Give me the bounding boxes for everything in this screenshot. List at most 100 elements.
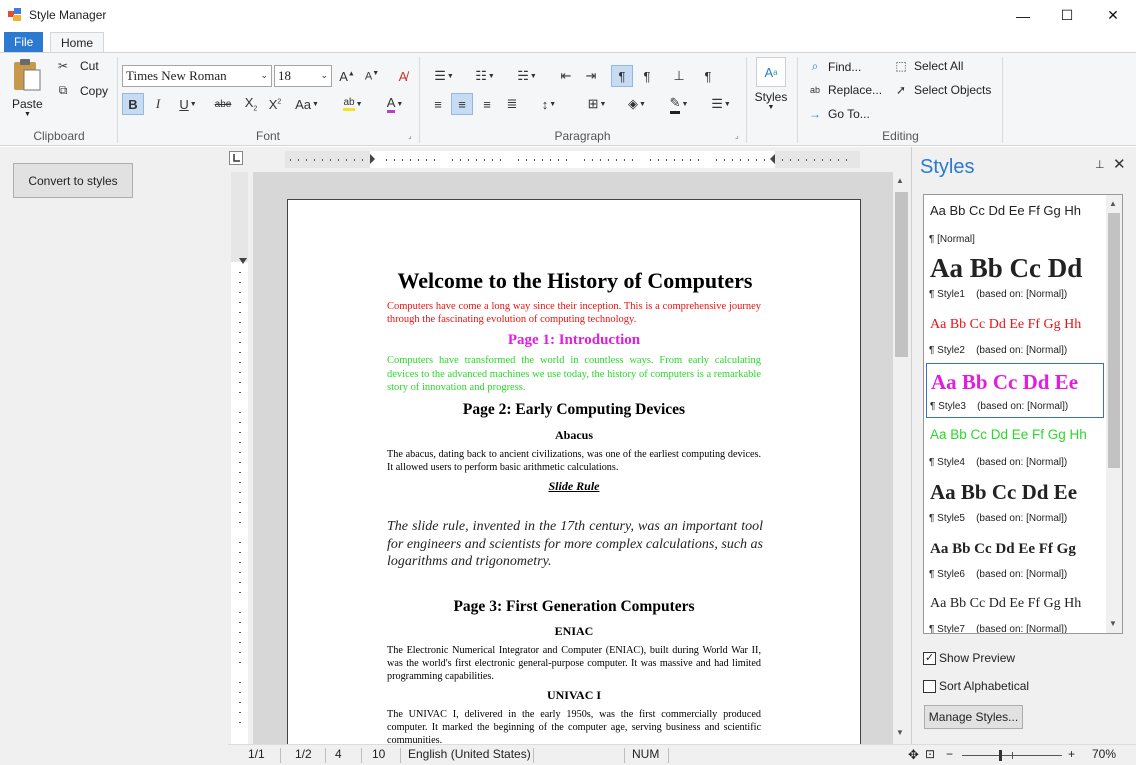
zoom-slider[interactable] [962,750,1062,761]
style-item-style4[interactable]: Aa Bb Cc Dd Ee Ff Gg Hh ¶ Style4 (based … [926,421,1106,476]
line-weight-button[interactable]: ☰ ▼ [704,93,738,115]
status-divider [400,748,401,763]
doc-intro: Computers have come a long way since the… [387,301,761,325]
ltr-button[interactable]: ¶ [611,65,633,87]
style-item-style6[interactable]: Aa Bb Cc Dd Ee Ff Gg ¶ Style6 (based on:… [926,533,1106,588]
align-right-button[interactable]: ≡ [476,93,498,115]
styles-pane-title: Styles [920,156,975,178]
show-preview-checkbox[interactable]: ✓ [923,652,936,665]
styles-scrollbar[interactable]: ▲ ▼ [1106,195,1122,633]
bold-button[interactable]: B [122,93,144,115]
fit-page-icon[interactable]: ✥ [908,747,919,763]
title-bar: Style Manager — ☐ ✕ [0,0,1136,31]
select-all-button[interactable]: ⬚ Select All [892,59,963,73]
sort-alphabetical-label: Sort Alphabetical [939,679,1030,693]
pin-icon[interactable]: ⊥ [1095,158,1105,171]
replace-button[interactable]: ab Replace... [806,83,882,97]
close-pane-icon[interactable]: ✕ [1113,155,1126,173]
zoom-slider-thumb[interactable] [999,750,1002,761]
line-spacing-button[interactable]: ↕ ▼ [532,93,566,115]
font-size-combo[interactable]: 18 ⌄ [274,65,332,87]
scroll-up-icon[interactable]: ▲ [1109,199,1117,208]
language-indicator[interactable]: English (United States) [408,747,531,761]
clear-format-button[interactable]: A̸ [392,65,414,87]
scroll-down-icon[interactable]: ▼ [1109,619,1117,628]
align-left-button[interactable]: ≡ [427,93,449,115]
highlight-button[interactable]: ab ▼ [336,93,370,115]
scroll-down-icon[interactable]: ▼ [896,728,904,737]
eraser-icon: A̸ [398,68,408,84]
tab-home[interactable]: Home [50,32,105,53]
shading-button[interactable]: ◈ ▼ [620,93,654,115]
close-button[interactable]: ✕ [1090,0,1136,31]
styles-list[interactable]: Aa Bb Cc Dd Ee Ff Gg Hh ¶ [Normal] Aa Bb… [923,194,1123,634]
document-page[interactable]: Welcome to the History of Computers Comp… [287,199,861,759]
strike-button[interactable]: abe [212,93,234,115]
scroll-up-icon[interactable]: ▲ [896,176,904,185]
numbering-button[interactable]: ☷ ▼ [468,65,502,87]
horizontal-ruler[interactable] [285,151,860,168]
convert-to-styles-button[interactable]: Convert to styles [13,163,133,198]
select-all-icon: ⬚ [895,59,907,73]
sort-button[interactable]: ⊥ [668,65,690,87]
decrease-indent-button[interactable]: ⇤ [555,65,577,87]
univac-text: The UNIVAC I, delivered in the early 195… [387,709,761,746]
sort-alphabetical-checkbox[interactable] [923,680,936,693]
status-divider [533,748,534,763]
border-color-button[interactable]: ✎ ▼ [662,93,696,115]
style-item-style1[interactable]: Aa Bb Cc Dd ¶ Style1 (based on: [Normal]… [926,253,1106,308]
scroll-thumb[interactable] [895,192,908,357]
cut-button[interactable]: ✂ Cut [54,59,99,73]
dialog-launcher-icon[interactable]: ⌟ [408,131,412,140]
strikethrough-icon: abe [214,98,232,110]
find-button[interactable]: ⌕ Find... [806,59,862,74]
style-item-style5[interactable]: Aa Bb Cc Dd Ee ¶ Style5 (based on: [Norm… [926,477,1106,532]
borders-button[interactable]: ⊞ ▼ [580,93,614,115]
zoom-slider-tick [1012,752,1013,759]
scroll-thumb[interactable] [1108,213,1120,468]
minimize-button[interactable]: — [1000,0,1046,31]
tab-file[interactable]: File [4,32,44,53]
style-item-style3[interactable]: Aa Bb Cc Dd Ee ¶ Style3 (based on: [Norm… [926,363,1104,418]
style-item-style7[interactable]: Aa Bb Cc Dd Ee Ff Gg Hh ¶ Style7 (based … [926,589,1106,633]
maximize-button[interactable]: ☐ [1044,0,1090,31]
shrink-font-button[interactable]: A▼ [361,65,383,87]
eniac-text: The Electronic Numerical Integrator and … [387,645,761,682]
zoom-out-icon[interactable]: − [946,747,953,761]
fit-width-icon[interactable]: ⊡ [925,747,935,761]
tab-selector-icon[interactable] [229,151,243,165]
styles-button[interactable]: Aa Styles ▼ [752,57,790,111]
select-objects-button[interactable]: ➚ Select Objects [892,83,991,97]
borders-icon: ⊞ [587,96,599,111]
style-item-normal[interactable]: Aa Bb Cc Dd Ee Ff Gg Hh ¶ [Normal] [926,197,1106,252]
superscript-button[interactable]: X2 [264,93,286,115]
copy-icon: ⧉ [58,83,68,97]
paste-button[interactable]: Paste ▼ [12,58,43,118]
subscript-button[interactable]: X2 [240,93,262,115]
italic-button[interactable]: I [147,93,169,115]
increase-indent-button[interactable]: ⇥ [580,65,602,87]
bullets-button[interactable]: ☰ ▼ [427,65,461,87]
rtl-button[interactable]: ¶ [636,65,658,87]
multilevel-button[interactable]: ☵ ▼ [510,65,544,87]
dropdown-icon: ▼ [767,104,775,111]
goto-button[interactable]: → Go To... [806,107,870,121]
chevron-down-icon: ⌄ [320,71,328,81]
font-family-combo[interactable]: Times New Roman ⌄ [122,65,272,87]
zoom-in-icon[interactable]: + [1068,747,1075,761]
vertical-ruler[interactable] [231,172,248,744]
manage-styles-button[interactable]: Manage Styles... [924,705,1023,729]
font-color-button[interactable]: A ▼ [378,93,412,115]
underline-button[interactable]: U ▼ [172,93,204,115]
zoom-level[interactable]: 70% [1092,747,1116,761]
change-case-button[interactable]: Aa ▼ [290,93,324,115]
align-center-button[interactable]: ≡ [451,93,473,115]
justify-button[interactable]: ≣ [501,93,523,115]
grow-font-button[interactable]: A▲ [336,65,358,87]
document-scrollbar[interactable]: ▲ ▼ [893,172,910,744]
dialog-launcher-icon[interactable]: ⌟ [735,131,739,140]
copy-button[interactable]: ⧉ Copy [54,83,108,98]
show-preview-label: Show Preview [939,651,1016,665]
show-marks-button[interactable]: ¶ [697,65,719,87]
style-item-style2[interactable]: Aa Bb Cc Dd Ee Ff Gg Hh ¶ Style2 (based … [926,309,1106,364]
